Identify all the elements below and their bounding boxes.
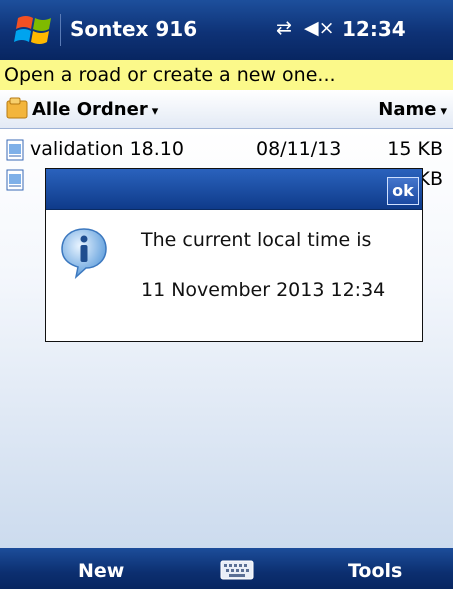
list-item[interactable]: validation 18.10 08/11/13 15 KB — [0, 135, 453, 165]
windows-start-icon[interactable] — [14, 12, 54, 48]
folder-selector[interactable]: Alle Ordner ▾ — [32, 99, 158, 120]
softkey-bar: New Tools — [0, 548, 453, 589]
folder-selector-label: Alle Ordner — [32, 99, 148, 120]
dialog-message-line1: The current local time is — [141, 229, 372, 251]
folder-icon — [6, 97, 28, 119]
file-size: 15 KB — [387, 138, 443, 160]
file-name: validation 18.10 — [30, 138, 184, 160]
speaker-muted-icon[interactable]: ◀× — [304, 17, 335, 39]
dialog-header: ok — [46, 169, 422, 210]
sort-selector[interactable]: Name ▾ — [378, 99, 447, 120]
chevron-down-icon: ▾ — [151, 104, 159, 119]
ok-button[interactable]: ok — [387, 177, 419, 205]
list-header: Alle Ordner ▾ Name ▾ — [0, 90, 453, 129]
hint-banner: Open a road or create a new one... — [0, 60, 453, 90]
sort-selector-label: Name — [378, 99, 437, 120]
document-icon — [6, 139, 24, 161]
title-divider — [60, 14, 61, 46]
title-bar: Sontex 916 ⇄ ◀× 12:34 — [0, 0, 453, 60]
tools-softkey[interactable]: Tools — [348, 560, 402, 582]
dialog-message-line2: 11 November 2013 12:34 — [141, 279, 386, 301]
time-dialog: ok The current local time is 11 November… — [45, 168, 423, 342]
chevron-down-icon: ▾ — [440, 104, 447, 119]
app-title: Sontex 916 — [70, 17, 198, 41]
new-softkey[interactable]: New — [78, 560, 124, 582]
sync-arrows-icon[interactable]: ⇄ — [276, 17, 292, 39]
keyboard-icon[interactable] — [220, 560, 254, 580]
info-icon — [61, 228, 107, 279]
file-date: 08/11/13 — [256, 138, 342, 160]
clock[interactable]: 12:34 — [342, 17, 406, 41]
document-icon — [6, 169, 24, 191]
